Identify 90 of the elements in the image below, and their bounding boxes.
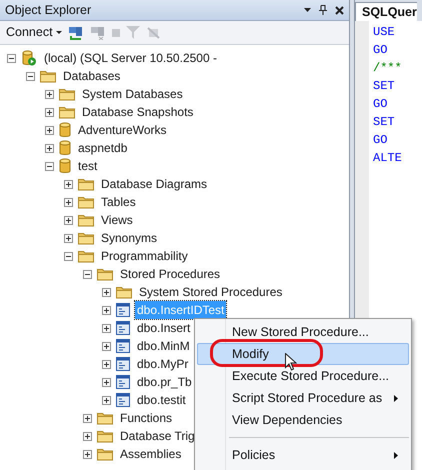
- expand-toggle[interactable]: [102, 396, 111, 404]
- tree-item[interactable]: dbo.Insert: [135, 319, 192, 337]
- collapse-toggle[interactable]: [45, 162, 54, 170]
- code-line: ALTE: [373, 150, 402, 167]
- database-icon: [59, 140, 71, 156]
- expand-toggle[interactable]: [83, 450, 92, 458]
- code-line: SET: [373, 78, 396, 95]
- expand-toggle[interactable]: [64, 198, 73, 206]
- expand-toggle[interactable]: [45, 90, 54, 98]
- menu-item[interactable]: Policies: [197, 444, 409, 466]
- procedure-icon: [116, 303, 130, 317]
- editor-tab[interactable]: SQLQuer: [355, 2, 417, 21]
- folder-icon: [40, 70, 56, 82]
- code-line: GO: [373, 132, 388, 149]
- menu-item[interactable]: New Stored Procedure...: [197, 321, 409, 343]
- tree-item[interactable]: System Stored Procedures: [137, 283, 284, 301]
- mouse-pointer-icon: [285, 353, 297, 371]
- folder-icon: [97, 430, 113, 442]
- folder-icon: [78, 250, 94, 262]
- procedure-icon: [116, 393, 130, 407]
- folder-icon: [59, 106, 75, 118]
- tree-item[interactable]: Functions: [118, 409, 174, 427]
- connect-button[interactable]: Connect: [6, 23, 62, 42]
- menu-item[interactable]: Script Stored Procedure as: [197, 387, 409, 409]
- folder-icon: [116, 286, 132, 298]
- code-line: /***: [373, 60, 402, 77]
- tree-item[interactable]: (local) (SQL Server 10.50.2500 -: [42, 49, 219, 67]
- tree-item[interactable]: dbo.pr_Tb: [135, 373, 194, 391]
- menu-item[interactable]: View Dependencies: [197, 409, 409, 431]
- tree-item[interactable]: dbo.MinM: [135, 337, 192, 355]
- database-icon: [59, 122, 71, 138]
- collapse-toggle[interactable]: [83, 270, 92, 278]
- tree-item[interactable]: Synonyms: [99, 229, 160, 247]
- tree-item[interactable]: Views: [99, 211, 135, 229]
- connect-servers-icon[interactable]: [68, 26, 84, 40]
- expand-toggle[interactable]: [102, 360, 111, 368]
- server-icon: [21, 50, 37, 66]
- procedure-icon: [116, 339, 130, 353]
- folder-icon: [78, 178, 94, 190]
- expand-toggle[interactable]: [45, 126, 54, 134]
- folder-icon: [59, 88, 75, 100]
- tree-item[interactable]: dbo.MyPr: [135, 355, 190, 373]
- folder-icon: [78, 214, 94, 226]
- expand-toggle[interactable]: [45, 108, 54, 116]
- expand-toggle[interactable]: [64, 234, 73, 242]
- caret-icon: [56, 31, 62, 34]
- collapse-toggle[interactable]: [26, 72, 35, 80]
- code-line: GO: [373, 42, 388, 59]
- folder-icon: [97, 412, 113, 424]
- procedure-icon: [116, 375, 130, 389]
- expand-toggle[interactable]: [102, 306, 111, 314]
- tree-item[interactable]: Databases: [61, 67, 122, 85]
- expand-toggle[interactable]: [83, 432, 92, 440]
- menu-item[interactable]: Execute Stored Procedure...: [197, 365, 409, 387]
- pin-icon[interactable]: [319, 5, 327, 15]
- tree-item[interactable]: Stored Procedures: [118, 265, 222, 283]
- database-icon: [59, 158, 71, 174]
- expand-toggle[interactable]: [102, 324, 111, 332]
- procedure-icon: [116, 321, 130, 335]
- expand-toggle[interactable]: [45, 144, 54, 152]
- tree-item[interactable]: Database Trig: [118, 427, 197, 445]
- tree-item[interactable]: Assemblies: [118, 445, 184, 463]
- code-line: SET: [373, 114, 396, 131]
- tree-item[interactable]: Database Snapshots: [80, 103, 196, 121]
- tree-item[interactable]: test: [76, 157, 100, 175]
- tree-item[interactable]: Tables: [99, 193, 138, 211]
- expand-toggle[interactable]: [64, 216, 73, 224]
- dropdown-icon[interactable]: [304, 8, 311, 12]
- panel-title: Object Explorer: [5, 2, 92, 19]
- folder-icon: [78, 232, 94, 244]
- tree-item[interactable]: AdventureWorks: [76, 121, 168, 139]
- tree-item[interactable]: Database Diagrams: [99, 175, 210, 193]
- expand-toggle[interactable]: [102, 378, 111, 386]
- code-line: GO: [373, 96, 388, 113]
- folder-icon: [97, 268, 113, 280]
- expand-toggle[interactable]: [102, 342, 111, 350]
- expand-toggle[interactable]: [64, 180, 73, 188]
- collapse-toggle[interactable]: [64, 252, 73, 260]
- tree-item[interactable]: System Databases: [80, 85, 185, 103]
- folder-icon: [97, 448, 113, 460]
- tree-item[interactable]: Programmability: [99, 247, 190, 265]
- procedure-icon: [116, 357, 130, 371]
- tree-item[interactable]: dbo.testit: [135, 391, 188, 409]
- folder-icon: [78, 196, 94, 208]
- collapse-toggle[interactable]: [7, 54, 16, 62]
- code-line: USE: [373, 24, 396, 41]
- close-icon[interactable]: [335, 6, 344, 14]
- expand-toggle[interactable]: [102, 288, 111, 296]
- expand-toggle[interactable]: [83, 414, 92, 422]
- tree-item[interactable]: aspnetdb: [76, 139, 130, 157]
